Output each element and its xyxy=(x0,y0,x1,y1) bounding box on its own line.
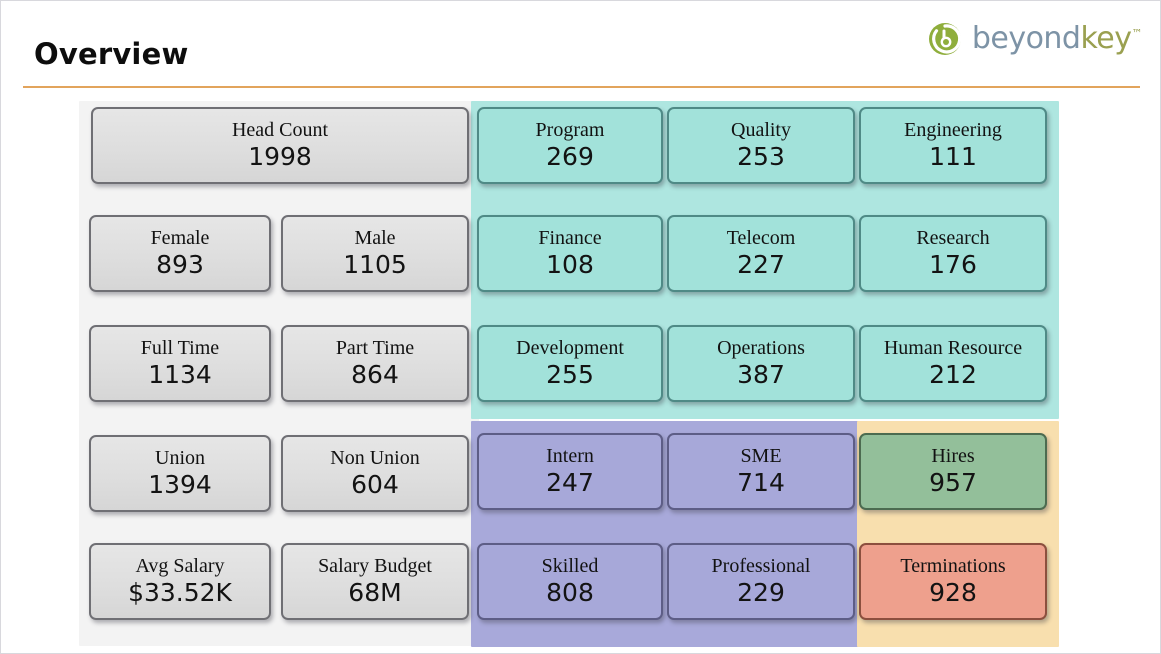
metric-value: 68M xyxy=(348,578,402,608)
metric-label: Hires xyxy=(931,444,975,467)
slide-header: Overview beyondkey™ xyxy=(1,1,1160,93)
metric-value: 227 xyxy=(737,250,785,280)
metric-card-telecom[interactable]: Telecom 227 xyxy=(667,215,855,292)
metric-value: 176 xyxy=(929,250,977,280)
metric-card-intern[interactable]: Intern 247 xyxy=(477,433,663,510)
metric-value: 255 xyxy=(546,360,594,390)
metric-card-head-count[interactable]: Head Count 1998 xyxy=(91,107,469,184)
metric-value: 387 xyxy=(737,360,785,390)
metric-value: 269 xyxy=(546,142,594,172)
metric-label: Quality xyxy=(731,118,791,141)
metric-card-professional[interactable]: Professional 229 xyxy=(667,543,855,620)
metric-label: Development xyxy=(516,336,624,359)
metric-value: 604 xyxy=(351,470,399,500)
metric-card-finance[interactable]: Finance 108 xyxy=(477,215,663,292)
metric-card-terminations[interactable]: Terminations 928 xyxy=(859,543,1047,620)
metric-label: Head Count xyxy=(231,118,329,141)
company-logo: beyondkey™ xyxy=(927,18,1142,60)
metric-value: 928 xyxy=(929,578,977,608)
metric-card-avg-salary[interactable]: Avg Salary $33.52K xyxy=(89,543,271,620)
metric-value: $33.52K xyxy=(128,578,232,608)
metric-card-quality[interactable]: Quality 253 xyxy=(667,107,855,184)
metric-label: Terminations xyxy=(900,554,1006,577)
metric-label: Non Union xyxy=(330,446,420,469)
metric-value: 108 xyxy=(546,250,594,280)
metric-label: Part Time xyxy=(335,336,415,359)
metric-card-engineering[interactable]: Engineering 111 xyxy=(859,107,1047,184)
metric-value: 1998 xyxy=(248,142,312,172)
metric-label: Female xyxy=(150,226,210,249)
metric-card-salary-budget[interactable]: Salary Budget 68M xyxy=(281,543,469,620)
metric-label: SME xyxy=(740,444,782,467)
overview-dashboard-slide: Overview beyondkey™ Head Count 1998 Fema… xyxy=(0,0,1161,654)
metric-value: 714 xyxy=(737,468,785,498)
metric-value: 1394 xyxy=(148,470,212,500)
page-title: Overview xyxy=(34,37,189,71)
metric-card-sme[interactable]: SME 714 xyxy=(667,433,855,510)
metric-value: 229 xyxy=(737,578,785,608)
metric-label: Salary Budget xyxy=(318,554,432,577)
metric-card-union[interactable]: Union 1394 xyxy=(89,435,271,512)
metric-label: Human Resource xyxy=(883,336,1023,359)
metric-card-male[interactable]: Male 1105 xyxy=(281,215,469,292)
metric-card-hires[interactable]: Hires 957 xyxy=(859,433,1047,510)
metrics-board: Head Count 1998 Female 893 Male 1105 Ful… xyxy=(1,93,1160,653)
metric-card-skilled[interactable]: Skilled 808 xyxy=(477,543,663,620)
metric-value: 111 xyxy=(929,142,977,172)
metric-label: Male xyxy=(354,226,396,249)
metric-card-full-time[interactable]: Full Time 1134 xyxy=(89,325,271,402)
title-divider xyxy=(23,86,1140,88)
metric-card-research[interactable]: Research 176 xyxy=(859,215,1047,292)
metric-label: Skilled xyxy=(541,554,599,577)
metric-card-program[interactable]: Program 269 xyxy=(477,107,663,184)
metric-card-operations[interactable]: Operations 387 xyxy=(667,325,855,402)
metric-card-part-time[interactable]: Part Time 864 xyxy=(281,325,469,402)
metric-label: Avg Salary xyxy=(135,554,225,577)
beyondkey-logo-icon xyxy=(928,23,962,55)
metric-card-non-union[interactable]: Non Union 604 xyxy=(281,435,469,512)
metric-label: Finance xyxy=(538,226,602,249)
metric-value: 864 xyxy=(351,360,399,390)
metric-value: 893 xyxy=(156,250,204,280)
metric-value: 957 xyxy=(929,468,977,498)
metric-label: Union xyxy=(155,446,205,469)
metric-card-human-resource[interactable]: Human Resource 212 xyxy=(859,325,1047,402)
metric-label: Full Time xyxy=(140,336,220,359)
logo-wordmark: beyondkey™ xyxy=(971,21,1143,56)
metric-label: Intern xyxy=(546,444,594,467)
metric-card-development[interactable]: Development 255 xyxy=(477,325,663,402)
logo-key-text: key xyxy=(1080,21,1132,56)
metric-label: Professional xyxy=(711,554,811,577)
metric-value: 1105 xyxy=(343,250,407,280)
trademark-symbol: ™ xyxy=(1131,27,1143,40)
metric-label: Operations xyxy=(717,336,805,359)
metric-value: 247 xyxy=(546,468,594,498)
metric-label: Telecom xyxy=(726,226,796,249)
metric-value: 808 xyxy=(546,578,594,608)
metric-value: 253 xyxy=(737,142,785,172)
metric-label: Engineering xyxy=(904,118,1002,141)
metric-card-female[interactable]: Female 893 xyxy=(89,215,271,292)
metric-value: 212 xyxy=(929,360,977,390)
logo-beyond-text: beyond xyxy=(971,21,1081,56)
metric-value: 1134 xyxy=(148,360,212,390)
metric-label: Research xyxy=(916,226,990,249)
metric-label: Program xyxy=(535,118,605,141)
